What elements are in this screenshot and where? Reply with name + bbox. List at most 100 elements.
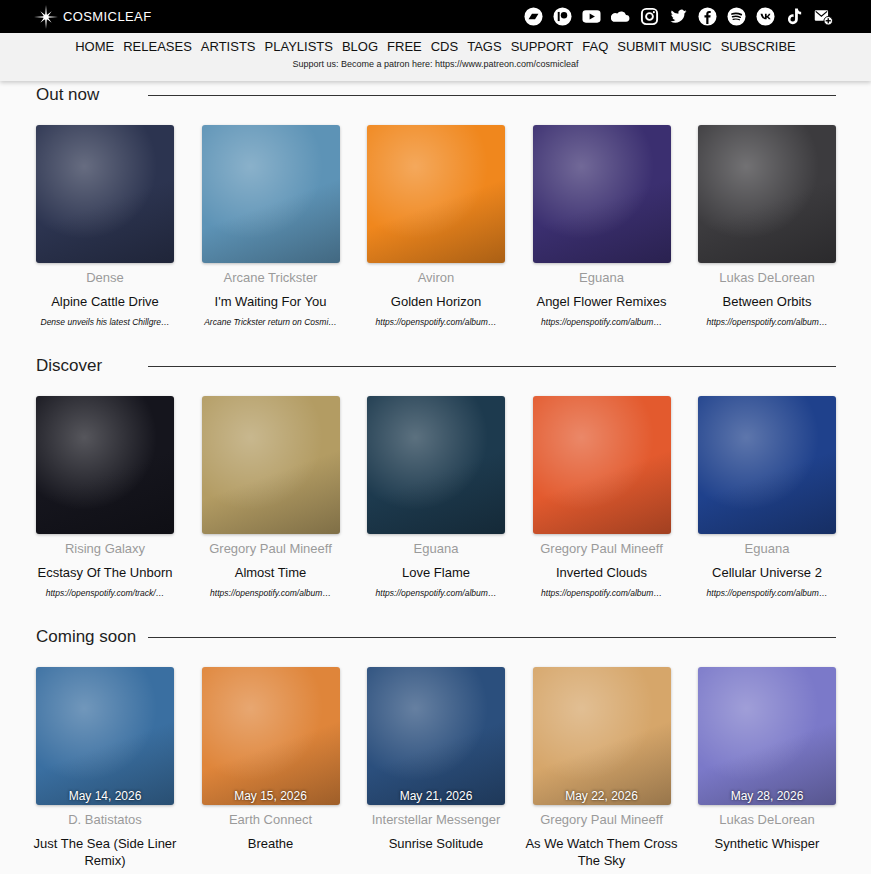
release-grid: Rising GalaxyEcstasy Of The Unbornhttps:… (36, 396, 836, 599)
menu-item[interactable]: CDS (431, 38, 458, 56)
release-card[interactable]: AvironGolden Horizonhttps://openspotify.… (367, 125, 505, 328)
release-card[interactable]: DenseAlpine Cattle DriveDense unveils hi… (36, 125, 174, 328)
release-title[interactable]: Ecstasy Of The Unborn (26, 564, 184, 582)
cover-art[interactable]: May 14, 2026 (36, 667, 174, 805)
release-title[interactable]: Inverted Clouds (523, 564, 681, 582)
patreon-icon[interactable] (553, 7, 572, 26)
menu-item[interactable]: TAGS (467, 38, 501, 56)
artist-name[interactable]: Interstellar Messenger (355, 811, 517, 829)
artist-name[interactable]: Gregory Paul Mineeff (521, 811, 683, 829)
cover-art[interactable] (698, 396, 836, 534)
release-card[interactable]: Arcane TricksterI'm Waiting For YouArcan… (202, 125, 340, 328)
soundcloud-icon[interactable] (611, 7, 630, 26)
cover-art[interactable] (202, 396, 340, 534)
section-divider (148, 95, 836, 96)
support-line[interactable]: Support us: Become a patron here: https:… (0, 58, 871, 70)
release-title[interactable]: Just The Sea (Side Liner Remix) (26, 835, 184, 869)
artist-name[interactable]: Aviron (355, 269, 517, 287)
twitter-icon[interactable] (669, 7, 688, 26)
release-title[interactable]: Synthetic Whisper (688, 835, 846, 852)
release-description: https://openspotify.com/album… (355, 316, 517, 328)
section-title: Coming soon (36, 627, 148, 647)
facebook-icon[interactable] (698, 7, 717, 26)
section-divider (148, 637, 836, 638)
artist-name[interactable]: Eguana (355, 540, 517, 558)
release-title[interactable]: Love Flame (357, 564, 515, 582)
menu-item[interactable]: ARTISTS (201, 38, 256, 56)
release-card[interactable]: EguanaLove Flamehttps://openspotify.com/… (367, 396, 505, 599)
release-card[interactable]: May 28, 2026Lukas DeLoreanSynthetic Whis… (698, 667, 836, 869)
release-title[interactable]: Breathe (192, 835, 350, 852)
menu-item[interactable]: SUBSCRIBE (721, 38, 796, 56)
menu-item[interactable]: PLAYLISTS (265, 38, 333, 56)
artist-name[interactable]: Rising Galaxy (24, 540, 186, 558)
release-title[interactable]: Angel Flower Remixes (523, 293, 681, 311)
artist-name[interactable]: Lukas DeLorean (686, 269, 848, 287)
release-description: https://openspotify.com/album… (686, 316, 848, 328)
artist-name[interactable]: Eguana (521, 269, 683, 287)
artist-name[interactable]: D. Batistatos (24, 811, 186, 829)
cover-art[interactable] (698, 125, 836, 263)
social-links (524, 7, 833, 26)
release-description: https://openspotify.com/album… (190, 587, 352, 599)
cover-art[interactable] (533, 125, 671, 263)
release-description: https://openspotify.com/album… (355, 587, 517, 599)
release-title[interactable]: Almost Time (192, 564, 350, 582)
section-header: Coming soon (36, 627, 836, 647)
tiktok-icon[interactable] (785, 7, 804, 26)
cover-art[interactable]: May 15, 2026 (202, 667, 340, 805)
release-description: Dense unveils his latest Chillgre… (24, 316, 186, 328)
release-date: May 28, 2026 (698, 789, 836, 803)
menu-item[interactable]: FREE (387, 38, 422, 56)
release-card[interactable]: Lukas DeLoreanBetween Orbitshttps://open… (698, 125, 836, 328)
cover-art[interactable] (367, 125, 505, 263)
release-title[interactable]: Sunrise Solitude (357, 835, 515, 852)
menu-item[interactable]: RELEASES (123, 38, 192, 56)
cover-art[interactable] (36, 396, 174, 534)
release-card[interactable]: May 14, 2026D. BatistatosJust The Sea (S… (36, 667, 174, 869)
brand-logo[interactable]: COSMICLEAF (33, 4, 152, 30)
cover-art[interactable] (367, 396, 505, 534)
release-card[interactable]: Gregory Paul MineeffInverted Cloudshttps… (533, 396, 671, 599)
menu-item[interactable]: BLOG (342, 38, 378, 56)
release-title[interactable]: Alpine Cattle Drive (26, 293, 184, 311)
release-card[interactable]: Gregory Paul MineeffAlmost Timehttps://o… (202, 396, 340, 599)
release-card[interactable]: Rising GalaxyEcstasy Of The Unbornhttps:… (36, 396, 174, 599)
release-card[interactable]: May 15, 2026Earth ConnectBreathe (202, 667, 340, 869)
artist-name[interactable]: Earth Connect (190, 811, 352, 829)
release-card[interactable]: EguanaAngel Flower Remixeshttps://opensp… (533, 125, 671, 328)
mail-icon[interactable] (814, 7, 833, 26)
release-card[interactable]: EguanaCellular Universe 2https://openspo… (698, 396, 836, 599)
menu-item[interactable]: SUBMIT MUSIC (617, 38, 711, 56)
release-title[interactable]: Cellular Universe 2 (688, 564, 846, 582)
youtube-icon[interactable] (582, 7, 601, 26)
artist-name[interactable]: Eguana (686, 540, 848, 558)
cover-art[interactable]: May 21, 2026 (367, 667, 505, 805)
release-grid: May 14, 2026D. BatistatosJust The Sea (S… (36, 667, 836, 869)
star-logo-icon (33, 4, 59, 30)
cover-art[interactable]: May 28, 2026 (698, 667, 836, 805)
release-title[interactable]: Golden Horizon (357, 293, 515, 311)
cover-art[interactable] (36, 125, 174, 263)
artist-name[interactable]: Arcane Trickster (190, 269, 352, 287)
spotify-icon[interactable] (727, 7, 746, 26)
cover-art[interactable] (533, 396, 671, 534)
menu-item[interactable]: SUPPORT (511, 38, 574, 56)
menu-item[interactable]: FAQ (582, 38, 608, 56)
artist-name[interactable]: Gregory Paul Mineeff (521, 540, 683, 558)
section-title: Out now (36, 85, 148, 105)
vk-icon[interactable] (756, 7, 775, 26)
release-title[interactable]: As We Watch Them Cross The Sky (523, 835, 681, 869)
menu-item[interactable]: HOME (75, 38, 114, 56)
artist-name[interactable]: Dense (24, 269, 186, 287)
artist-name[interactable]: Lukas DeLorean (686, 811, 848, 829)
artist-name[interactable]: Gregory Paul Mineeff (190, 540, 352, 558)
release-card[interactable]: May 21, 2026Interstellar MessengerSunris… (367, 667, 505, 869)
release-title[interactable]: Between Orbits (688, 293, 846, 311)
bandcamp-icon[interactable] (524, 7, 543, 26)
cover-art[interactable]: May 22, 2026 (533, 667, 671, 805)
release-card[interactable]: May 22, 2026Gregory Paul MineeffAs We Wa… (533, 667, 671, 869)
release-title[interactable]: I'm Waiting For You (192, 293, 350, 311)
cover-art[interactable] (202, 125, 340, 263)
instagram-icon[interactable] (640, 7, 659, 26)
